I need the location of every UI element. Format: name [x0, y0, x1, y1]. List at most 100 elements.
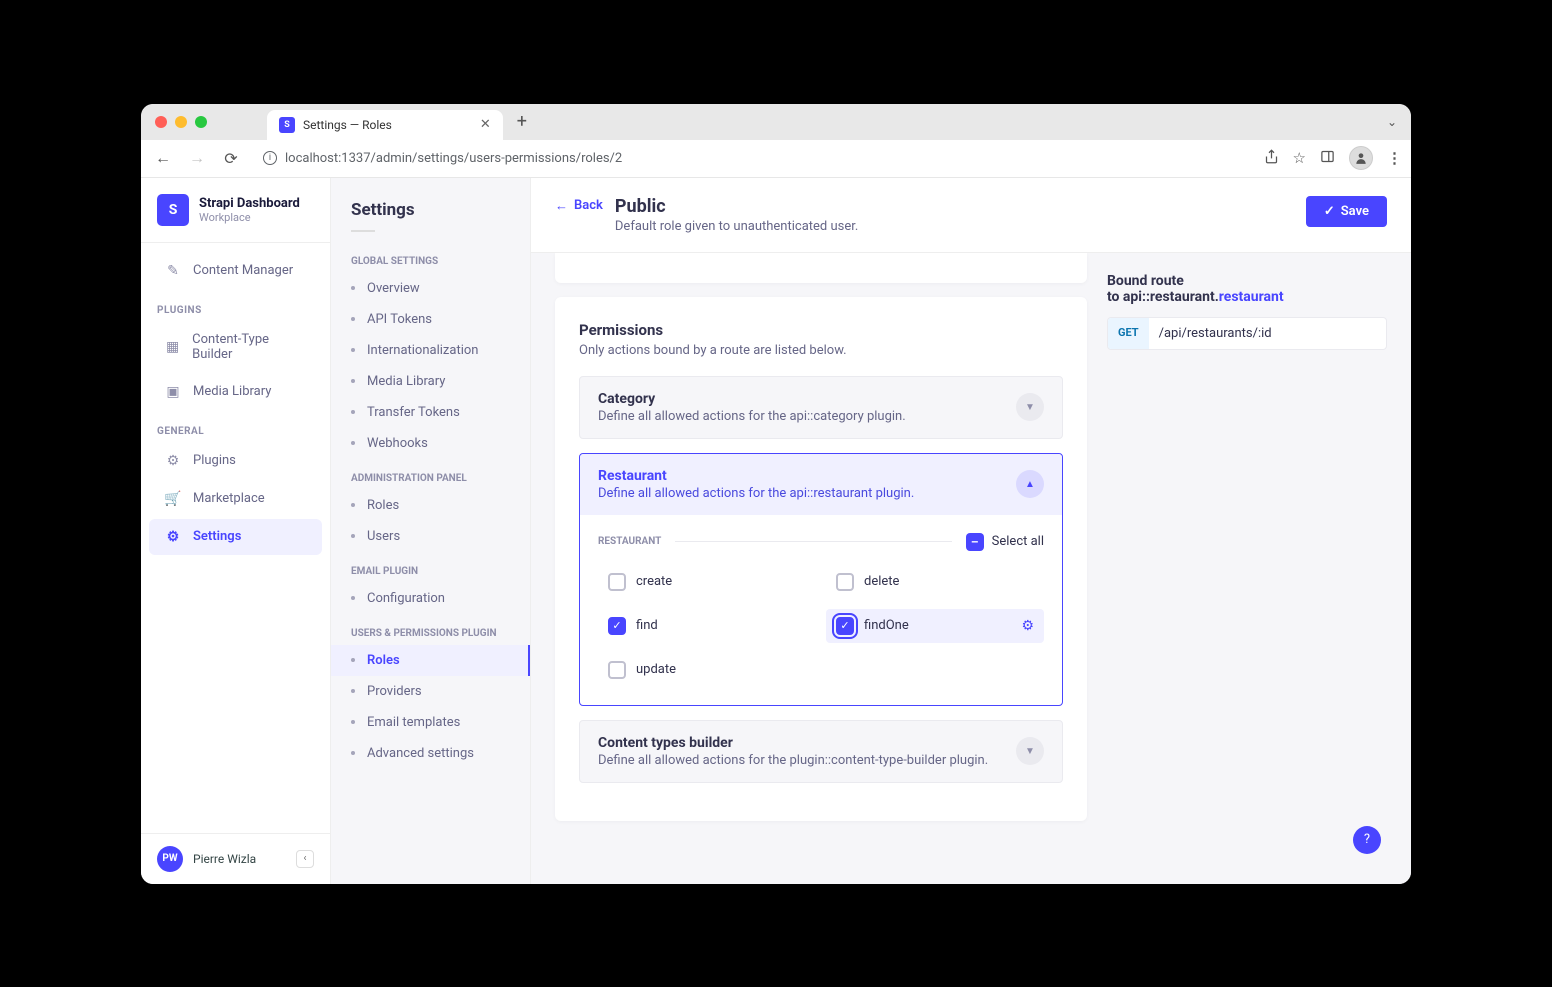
checkbox[interactable]: [836, 573, 854, 591]
content-area: Permissions Only actions bound by a rout…: [531, 253, 1411, 884]
nav-plugins[interactable]: ⚙ Plugins: [149, 443, 322, 479]
accordion-header[interactable]: Restaurant Define all allowed actions fo…: [580, 454, 1062, 515]
address-bar[interactable]: i localhost:1337/admin/settings/users-pe…: [253, 151, 1254, 166]
permissions-subtitle: Only actions bound by a route are listed…: [579, 343, 1063, 358]
site-info-icon: i: [263, 151, 277, 165]
main-sidebar: S Strapi Dashboard Workplace ✎ Content M…: [141, 178, 331, 884]
back-button[interactable]: ← Back: [555, 198, 603, 214]
share-icon[interactable]: [1264, 149, 1279, 168]
page-subtitle: Default role given to unauthenticated us…: [615, 219, 1294, 234]
brand-block: S Strapi Dashboard Workplace: [141, 178, 330, 243]
settings-up-advanced[interactable]: Advanced settings: [331, 738, 530, 769]
pencil-icon: ✎: [165, 263, 181, 279]
bound-route-title: Bound route to api::restaurant.restauran…: [1107, 273, 1387, 305]
settings-admin-users[interactable]: Users: [331, 521, 530, 552]
chevron-down-icon: ▼: [1016, 393, 1044, 421]
layout-icon: ▦: [165, 339, 180, 355]
perm-delete[interactable]: delete: [826, 565, 1044, 599]
settings-api-tokens[interactable]: API Tokens: [331, 304, 530, 335]
settings-webhooks[interactable]: Webhooks: [331, 428, 530, 459]
accordion-category[interactable]: Category Define all allowed actions for …: [579, 376, 1063, 439]
perm-findone[interactable]: ✓ findOne ⚙: [826, 609, 1044, 643]
grid-spacer: [826, 653, 1044, 687]
accordion-ctb[interactable]: Content types builder Define all allowed…: [579, 720, 1063, 783]
tab-close-icon[interactable]: ✕: [480, 117, 491, 132]
divider: [675, 541, 951, 542]
perm-create[interactable]: create: [598, 565, 816, 599]
settings-up-providers[interactable]: Providers: [331, 676, 530, 707]
select-all-toggle[interactable]: – Select all: [966, 533, 1044, 551]
nav-label: Content-Type Builder: [192, 332, 306, 362]
gear-icon[interactable]: ⚙: [1021, 618, 1034, 634]
reload-button[interactable]: ⟳: [219, 149, 243, 168]
settings-i18n[interactable]: Internationalization: [331, 335, 530, 366]
nav-section-general: GENERAL: [141, 412, 330, 441]
brand-subtitle: Workplace: [199, 211, 300, 224]
accordion-title: Content types builder: [598, 735, 988, 751]
settings-overview[interactable]: Overview: [331, 273, 530, 304]
bookmark-star-icon[interactable]: ☆: [1293, 149, 1306, 167]
save-label: Save: [1341, 204, 1369, 219]
permissions-panel: Permissions Only actions bound by a rout…: [555, 297, 1087, 821]
permissions-title: Permissions: [579, 321, 1063, 339]
tabs-overflow-icon[interactable]: ⌄: [1387, 115, 1397, 129]
puzzle-icon: ⚙: [165, 453, 181, 469]
perm-update[interactable]: update: [598, 653, 816, 687]
browser-menu-icon[interactable]: ⋮: [1387, 149, 1401, 167]
page-header: ← Back Public Default role given to unau…: [531, 178, 1411, 253]
side-panel-icon[interactable]: [1320, 149, 1335, 168]
settings-up-roles[interactable]: Roles: [331, 645, 530, 676]
profile-avatar-icon[interactable]: [1349, 146, 1373, 170]
group-label: RESTAURANT: [598, 536, 661, 547]
settings-section-up: USERS & PERMISSIONS PLUGIN: [331, 614, 530, 645]
brand-title: Strapi Dashboard: [199, 196, 300, 211]
settings-section-admin: ADMINISTRATION PANEL: [331, 459, 530, 490]
perm-label: update: [636, 662, 676, 677]
browser-titlebar: S Settings — Roles ✕ + ⌄: [141, 104, 1411, 140]
help-fab-button[interactable]: ?: [1353, 826, 1381, 854]
close-window-button[interactable]: [155, 116, 167, 128]
settings-media-library[interactable]: Media Library: [331, 366, 530, 397]
content-left: Permissions Only actions bound by a rout…: [555, 253, 1087, 884]
checkbox-indeterminate-icon: –: [966, 533, 984, 551]
permissions-group-header: RESTAURANT – Select all: [598, 533, 1044, 551]
minimize-window-button[interactable]: [175, 116, 187, 128]
nav-media-library[interactable]: ▣ Media Library: [149, 374, 322, 410]
checkbox-checked[interactable]: ✓: [836, 617, 854, 635]
content-right: Bound route to api::restaurant.restauran…: [1107, 253, 1387, 884]
user-avatar[interactable]: PW: [157, 846, 183, 872]
nav-forward-button[interactable]: →: [185, 148, 209, 168]
nav-label: Content Manager: [193, 263, 293, 278]
app-root: S Strapi Dashboard Workplace ✎ Content M…: [141, 178, 1411, 884]
nav-marketplace[interactable]: 🛒 Marketplace: [149, 481, 322, 517]
settings-transfer-tokens[interactable]: Transfer Tokens: [331, 397, 530, 428]
cart-icon: 🛒: [165, 491, 181, 507]
route-path: /api/restaurants/:id: [1149, 318, 1282, 349]
nav-content-type-builder[interactable]: ▦ Content-Type Builder: [149, 322, 322, 372]
sidebar-footer: PW Pierre Wizla ‹: [141, 833, 330, 884]
nav-content-manager[interactable]: ✎ Content Manager: [149, 253, 322, 289]
checkbox-checked[interactable]: ✓: [608, 617, 626, 635]
save-button[interactable]: ✓ Save: [1306, 196, 1387, 227]
settings-admin-roles[interactable]: Roles: [331, 490, 530, 521]
perm-label: find: [636, 618, 658, 633]
settings-email-config[interactable]: Configuration: [331, 583, 530, 614]
settings-sidebar: Settings GLOBAL SETTINGS Overview API To…: [331, 178, 531, 884]
accordion-restaurant: Restaurant Define all allowed actions fo…: [579, 453, 1063, 706]
nav-label: Marketplace: [193, 491, 265, 506]
new-tab-button[interactable]: +: [517, 111, 527, 132]
nav-settings[interactable]: ⚙ Settings: [149, 519, 322, 555]
select-all-label: Select all: [992, 534, 1044, 549]
check-icon: ✓: [1324, 204, 1335, 219]
nav-back-button[interactable]: ←: [151, 148, 175, 168]
maximize-window-button[interactable]: [195, 116, 207, 128]
accordion-title: Restaurant: [598, 468, 914, 484]
perm-label: delete: [864, 574, 899, 589]
browser-tab-active[interactable]: S Settings — Roles ✕: [267, 110, 503, 140]
checkbox[interactable]: [608, 661, 626, 679]
perm-find[interactable]: ✓ find: [598, 609, 816, 643]
collapse-sidebar-button[interactable]: ‹: [296, 850, 314, 868]
accordion-title: Category: [598, 391, 906, 407]
settings-up-email-templates[interactable]: Email templates: [331, 707, 530, 738]
checkbox[interactable]: [608, 573, 626, 591]
